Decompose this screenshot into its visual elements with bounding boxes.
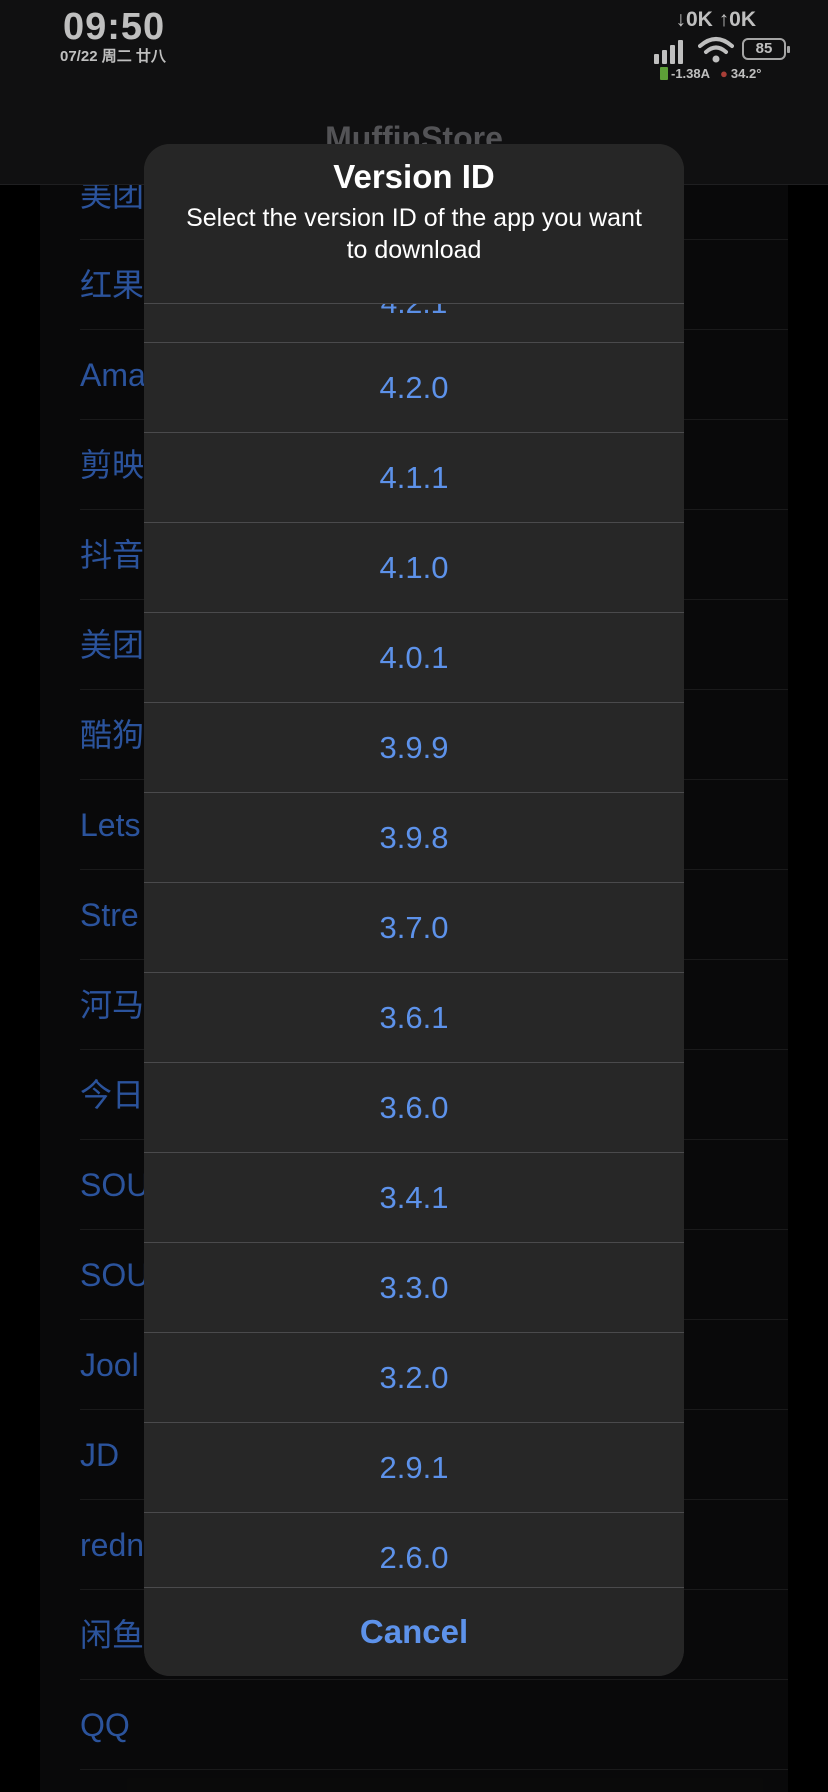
cancel-button[interactable]: Cancel (144, 1587, 684, 1676)
sheet-header: Version ID Select the version ID of the … (144, 144, 684, 304)
version-option[interactable]: 4.0.1 (144, 613, 684, 703)
version-option[interactable]: 3.2.0 (144, 1333, 684, 1423)
version-option[interactable]: 4.1.1 (144, 433, 684, 523)
version-option[interactable]: 3.6.0 (144, 1063, 684, 1153)
version-option[interactable]: 4.1.0 (144, 523, 684, 613)
version-option[interactable]: 3.4.1 (144, 1153, 684, 1243)
version-action-sheet: Version ID Select the version ID of the … (144, 144, 684, 1676)
sheet-message: Select the version ID of the app you wan… (186, 204, 642, 264)
version-option-partial[interactable]: 4.2.1 (144, 304, 684, 343)
version-option[interactable]: 3.9.9 (144, 703, 684, 793)
version-option[interactable]: 2.9.1 (144, 1423, 684, 1513)
version-option[interactable]: 3.3.0 (144, 1243, 684, 1333)
version-option[interactable]: 3.9.8 (144, 793, 684, 883)
version-option[interactable]: 3.7.0 (144, 883, 684, 973)
version-options[interactable]: 4.2.1 4.2.0 4.1.1 4.1.0 4.0.1 3.9.9 3.9.… (144, 304, 684, 1603)
sheet-title: Version ID (333, 158, 495, 195)
version-option[interactable]: 4.2.0 (144, 343, 684, 433)
version-option[interactable]: 3.6.1 (144, 973, 684, 1063)
